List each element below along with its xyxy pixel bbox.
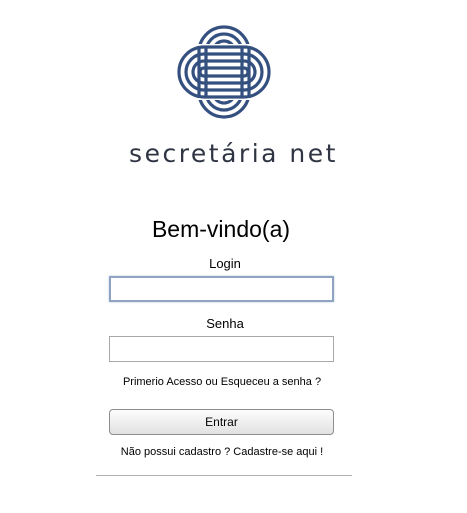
- brand-name: secretária net: [129, 139, 338, 168]
- password-input[interactable]: [109, 336, 334, 362]
- password-label: Senha: [206, 316, 244, 331]
- login-button[interactable]: Entrar: [109, 409, 334, 435]
- register-link[interactable]: Não possui cadastro ? Cadastre-se aqui !: [0, 445, 444, 459]
- brand-logo-icon: [177, 25, 271, 119]
- welcome-heading: Bem-vindo(a): [151, 216, 291, 242]
- divider: [96, 475, 352, 476]
- forgot-password-link[interactable]: Primerio Acesso ou Esqueceu a senha ?: [0, 375, 444, 389]
- login-label: Login: [209, 256, 241, 271]
- login-input[interactable]: [109, 276, 334, 302]
